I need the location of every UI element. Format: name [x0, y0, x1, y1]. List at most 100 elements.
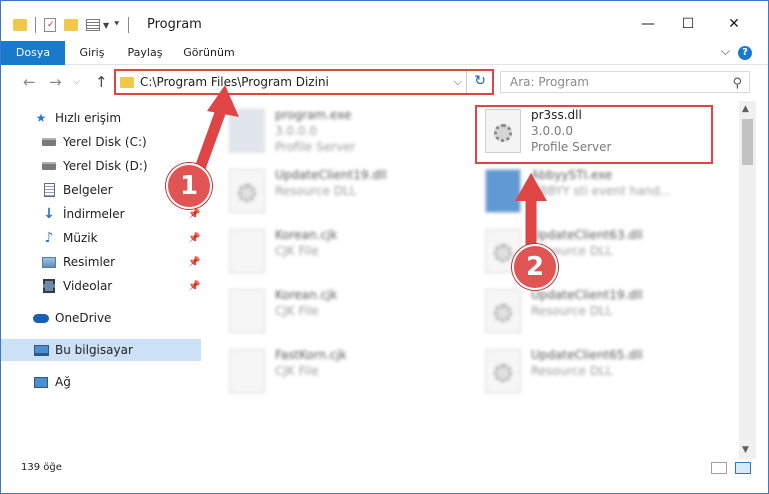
close-button[interactable]: ✕: [711, 9, 757, 39]
exe-file-icon: [485, 169, 521, 213]
gear-icon: [494, 364, 512, 382]
address-dropdown-icon[interactable]: ⌵: [454, 75, 462, 89]
dll-file-icon: [485, 349, 521, 393]
address-separator: [466, 71, 467, 93]
folder-icon: [120, 76, 134, 88]
pin-icon[interactable]: 📌: [188, 257, 200, 268]
sidebar-item-quick-access[interactable]: ★ Hızlı erişim: [1, 107, 201, 129]
navigation-pane: ★ Hızlı erişim Yerel Disk (C:) Yerel Dis…: [1, 101, 206, 457]
dll-file-icon: [229, 169, 265, 213]
up-arrow-icon[interactable]: ↑: [95, 73, 108, 91]
details-view-icon[interactable]: [711, 462, 727, 474]
sidebar-item-onedrive[interactable]: OneDrive: [1, 307, 201, 329]
file-name: Korean.cjk: [275, 288, 338, 302]
ribbon-tabs: Dosya Giriş Paylaş Görünüm ⌵ ?: [1, 41, 768, 65]
customize-toolbar-icon[interactable]: ⯆: [113, 20, 120, 30]
forward-arrow-icon[interactable]: →: [49, 73, 62, 91]
tab-file[interactable]: Dosya: [1, 41, 65, 65]
sidebar-item-this-pc[interactable]: Bu bilgisayar: [1, 339, 201, 361]
sidebar-item-label: Yerel Disk (C:): [63, 135, 147, 149]
sidebar-item-downloads[interactable]: ↓ İndirmeler 📌: [1, 203, 201, 225]
file-description: CJK File: [275, 304, 319, 318]
sidebar-item-label: Ağ: [55, 375, 71, 389]
file-description: Resource DLL: [531, 304, 613, 318]
scroll-up-arrow-icon[interactable]: ▲: [742, 104, 749, 114]
maximize-button[interactable]: ☐: [665, 9, 711, 39]
file-name: Korean.cjk: [275, 228, 338, 242]
file-name: FastKorn.cjk: [275, 348, 347, 362]
vertical-scrollbar[interactable]: ▲ ▼: [739, 101, 756, 459]
file-icon: [229, 289, 265, 333]
refresh-icon[interactable]: ↻: [474, 73, 486, 89]
file-name: AbbyySTI.exe: [531, 168, 613, 182]
sidebar-item-videos[interactable]: Videolar 📌: [1, 275, 201, 297]
quick-access-toolbar: ✓ ▼ ⯆: [13, 15, 130, 35]
address-path[interactable]: C:\Program Files\Program Dizini: [140, 75, 329, 89]
gear-icon: [238, 184, 256, 202]
collapse-ribbon-icon[interactable]: ⌵: [721, 44, 730, 59]
file-icon: [229, 229, 265, 273]
sidebar-item-label: Hızlı erişim: [55, 111, 122, 125]
file-name: UpdateClient65.dll: [531, 348, 643, 362]
sidebar-item-label: Bu bilgisayar: [55, 343, 133, 357]
explorer-window: ✓ ▼ ⯆ Program — ☐ ✕ Dosya Giriş Paylaş G…: [0, 0, 769, 494]
file-item[interactable]: UpdateClient65.dll Resource DLL: [477, 343, 717, 399]
sidebar-item-label: Belgeler: [63, 183, 113, 197]
file-description: CJK File: [275, 364, 319, 378]
search-icon[interactable]: ⚲: [732, 74, 742, 94]
sidebar-item-label: Yerel Disk (D:): [63, 159, 148, 173]
gear-icon: [494, 244, 512, 262]
drive-icon: [41, 159, 57, 173]
back-arrow-icon[interactable]: ←: [23, 73, 36, 91]
sidebar-item-disk-c[interactable]: Yerel Disk (C:): [1, 131, 201, 153]
scroll-down-arrow-icon[interactable]: ▼: [742, 445, 749, 455]
step-2-badge: 2: [512, 244, 558, 290]
help-icon[interactable]: ?: [738, 46, 752, 60]
folder-icon[interactable]: [13, 19, 27, 31]
file-item[interactable]: FastKorn.cjk CJK File: [221, 343, 461, 399]
sidebar-item-music[interactable]: ♪ Müzik 📌: [1, 227, 201, 249]
pin-icon[interactable]: 📌: [188, 233, 200, 244]
sidebar-item-label: OneDrive: [55, 311, 112, 325]
chevron-down-icon[interactable]: ▼: [103, 21, 109, 30]
sidebar-item-label: Müzik: [63, 231, 98, 245]
star-icon: ★: [35, 111, 47, 125]
file-item[interactable]: Korean.cjk CJK File: [221, 283, 461, 339]
file-name: UpdateClient19.dll: [531, 288, 643, 302]
download-icon: ↓: [43, 206, 55, 222]
pin-icon[interactable]: 📌: [188, 281, 200, 292]
recent-locations-icon[interactable]: ⌵: [73, 77, 80, 87]
large-icons-view-icon[interactable]: [735, 462, 751, 474]
dll-file-icon: [485, 289, 521, 333]
file-item[interactable]: program.exe 3.0.0.0 Profile Server: [221, 103, 461, 159]
tab-home[interactable]: Giriş: [67, 41, 117, 65]
file-item[interactable]: Korean.cjk CJK File: [221, 223, 461, 279]
sidebar-item-network[interactable]: Ağ: [1, 371, 201, 393]
music-icon: ♪: [44, 230, 54, 246]
item-count: 139 öğe: [21, 462, 62, 473]
sidebar-item-pictures[interactable]: Resimler 📌: [1, 251, 201, 273]
file-description: ABBYY sti event hand...: [531, 184, 672, 198]
file-item[interactable]: AbbyySTI.exe ABBYY sti event hand...: [477, 163, 717, 219]
pin-icon[interactable]: 📌: [188, 209, 200, 220]
cloud-icon: [33, 311, 49, 325]
exe-file-icon: [229, 109, 265, 153]
gear-icon: [494, 304, 512, 322]
sidebar-item-label: Videolar: [63, 279, 113, 293]
address-bar[interactable]: C:\Program Files\Program Dizini ⌵ ↻: [114, 69, 494, 95]
file-item[interactable]: UpdateClient19.dll Resource DLL: [221, 163, 461, 219]
properties-icon[interactable]: ✓: [44, 18, 56, 32]
view-options-icon[interactable]: [86, 19, 100, 31]
search-placeholder: Ara: Program: [510, 75, 589, 89]
search-input[interactable]: Ara: Program ⚲: [500, 71, 750, 93]
computer-icon: [33, 343, 49, 357]
tab-view[interactable]: Görünüm: [177, 41, 241, 65]
new-folder-icon[interactable]: [64, 19, 78, 31]
file-name: UpdateClient19.dll: [275, 168, 387, 182]
tab-share[interactable]: Paylaş: [119, 41, 171, 65]
file-icon: [229, 349, 265, 393]
toolbar-separator: [35, 17, 36, 33]
scroll-thumb[interactable]: [742, 119, 753, 165]
file-item[interactable]: UpdateClient19.dll Resource DLL: [477, 283, 717, 339]
video-icon: [41, 279, 57, 293]
